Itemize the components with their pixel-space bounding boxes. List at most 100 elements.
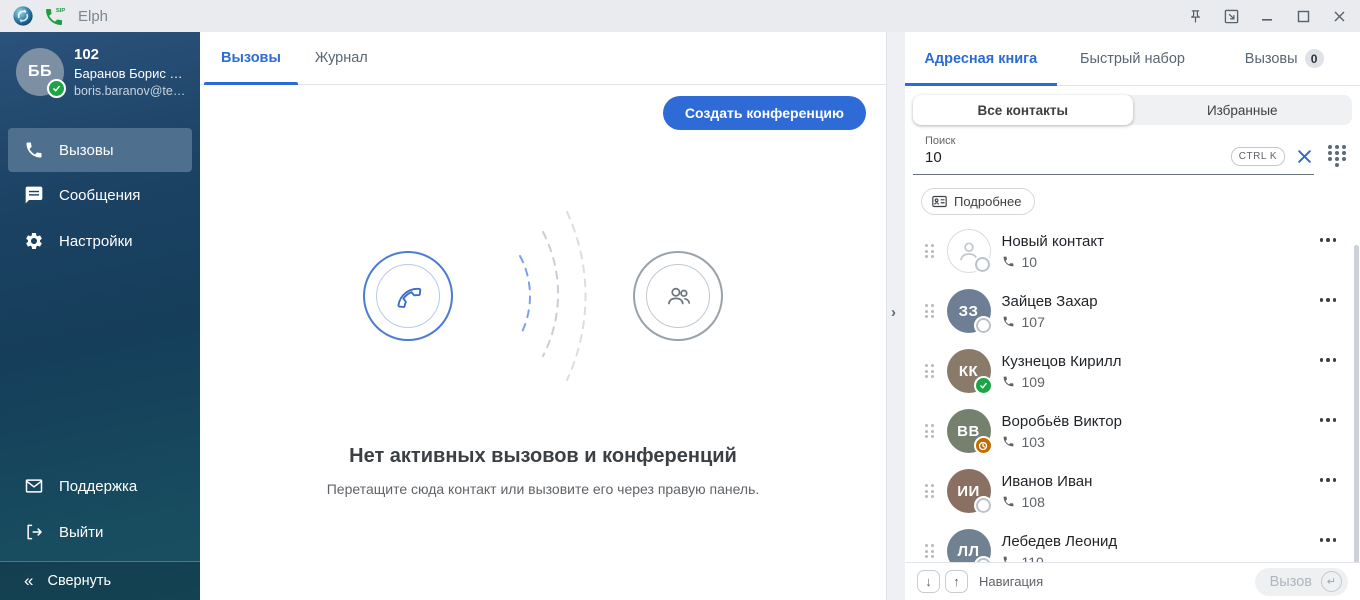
app-title: Elph	[78, 8, 108, 25]
panel-splitter[interactable]: ›	[886, 32, 905, 600]
sidebar: ББ 102 Баранов Борис Вик… boris.baranov@…	[0, 32, 200, 600]
phone-icon	[24, 140, 44, 160]
more-icon[interactable]	[1316, 414, 1341, 426]
title-bar: SIP Elph	[0, 0, 1360, 32]
status-badge	[974, 496, 993, 515]
phone-icon	[1002, 315, 1015, 328]
contact-info: Иванов Иван 108	[1002, 473, 1093, 510]
drag-handle-icon[interactable]	[925, 544, 934, 558]
contact-name: Лебедев Леонид	[1002, 533, 1118, 550]
collapse-sidebar-button[interactable]: « Свернуть	[0, 561, 200, 600]
call-button-label: Вызов	[1270, 574, 1312, 590]
conference-circle	[633, 251, 723, 341]
dialpad-icon[interactable]	[1328, 145, 1346, 167]
empty-state-title: Нет активных вызовов и конференций	[349, 445, 737, 468]
contact-name: Зайцев Захар	[1002, 293, 1098, 310]
details-button-label: Подробнее	[954, 194, 1021, 209]
contact-info: Зайцев Захар 107	[1002, 293, 1098, 330]
sidebar-item-calls[interactable]: Вызовы	[8, 128, 192, 172]
sidebar-item-messages[interactable]: Сообщения	[0, 172, 200, 218]
app-window: SIP Elph ББ	[0, 0, 1360, 600]
contact-name: Новый контакт	[1002, 233, 1104, 250]
current-user[interactable]: ББ 102 Баранов Борис Вик… boris.baranov@…	[0, 32, 200, 114]
empty-state-subtitle: Перетащите сюда контакт или вызовите его…	[327, 481, 760, 497]
status-badge	[974, 316, 993, 335]
contact-row[interactable]: ЛЛ Лебедев Леонид 110	[905, 521, 1360, 562]
drag-handle-icon[interactable]	[925, 484, 934, 498]
contact-row[interactable]: ВВ Воробьёв Виктор 103	[905, 401, 1360, 461]
clear-icon[interactable]	[1297, 149, 1312, 164]
avatar-initials: КК	[959, 363, 978, 380]
close-icon[interactable]	[1330, 7, 1348, 25]
sidebar-nav: Вызовы Сообщения Настройки	[0, 128, 200, 264]
pin-icon[interactable]	[1186, 7, 1204, 25]
segment-favorites[interactable]: Избранные	[1133, 95, 1353, 125]
minimize-icon[interactable]	[1258, 7, 1276, 25]
call-handset-icon	[393, 281, 423, 311]
contact-name: Иванов Иван	[1002, 473, 1093, 490]
drag-handle-icon[interactable]	[925, 364, 934, 378]
sidebar-item-label: Настройки	[59, 233, 133, 250]
user-extension: 102	[74, 46, 188, 63]
panel-footer: ↓ ↑ Навигация Вызов ↵	[905, 562, 1360, 600]
navigate-down-button[interactable]: ↓	[917, 570, 940, 593]
call-button[interactable]: Вызов ↵	[1255, 568, 1348, 596]
tab-journal[interactable]: Журнал	[298, 32, 385, 84]
window-controls	[1186, 7, 1348, 25]
contact-row[interactable]: ИИ Иванов Иван 108	[905, 461, 1360, 521]
search-field[interactable]: Поиск CTRL K	[913, 133, 1314, 175]
search-actions: CTRL K	[1231, 147, 1312, 166]
sidebar-item-label: Поддержка	[59, 478, 137, 495]
avatar: ВВ	[947, 409, 991, 453]
navigate-up-button[interactable]: ↑	[945, 570, 968, 593]
contact-row[interactable]: КК Кузнецов Кирилл 109	[905, 341, 1360, 401]
contact-number: 110	[1022, 554, 1044, 563]
avatar-initials: ЛЛ	[957, 543, 979, 560]
user-avatar-initials: ББ	[28, 63, 52, 81]
user-status-badge	[47, 79, 66, 98]
phone-icon	[1002, 255, 1015, 268]
contacts-filter: Все контакты Избранные	[913, 95, 1352, 125]
tab-address-book[interactable]: Адресная книга	[905, 32, 1057, 85]
tab-speed-dial[interactable]: Быстрый набор	[1057, 32, 1209, 85]
more-icon[interactable]	[1316, 234, 1341, 246]
tab-calls[interactable]: Вызовы	[204, 32, 298, 84]
user-info: 102 Баранов Борис Вик… boris.baranov@tes…	[74, 46, 188, 98]
more-icon[interactable]	[1316, 354, 1341, 366]
scrollbar-thumb[interactable]	[1354, 245, 1359, 562]
more-icon[interactable]	[1316, 474, 1341, 486]
sidebar-item-logout[interactable]: Выйти	[0, 509, 200, 555]
contact-row[interactable]: ЗЗ Зайцев Захар 107	[905, 281, 1360, 341]
search-label: Поиск	[925, 135, 1314, 147]
app-logo-icon	[12, 5, 34, 27]
sidebar-item-settings[interactable]: Настройки	[0, 218, 200, 264]
segment-all-contacts[interactable]: Все контакты	[913, 95, 1133, 125]
contact-info: Воробьёв Виктор 103	[1002, 413, 1122, 450]
tab-panel-calls[interactable]: Вызовы 0	[1208, 32, 1360, 85]
details-button[interactable]: Подробнее	[921, 188, 1035, 215]
sidebar-item-label: Вызовы	[59, 142, 114, 159]
sidebar-spacer	[0, 264, 200, 449]
more-icon[interactable]	[1316, 294, 1341, 306]
sidebar-item-label: Сообщения	[59, 187, 140, 204]
navigation-label: Навигация	[979, 574, 1043, 589]
tab-label: Адресная книга	[924, 51, 1037, 67]
contact-row[interactable]: Новый контакт 10	[905, 221, 1360, 281]
pop-out-icon[interactable]	[1222, 7, 1240, 25]
drag-handle-icon[interactable]	[925, 304, 934, 318]
more-icon[interactable]	[1316, 534, 1341, 546]
status-badge	[973, 255, 992, 274]
maximize-icon[interactable]	[1294, 7, 1312, 25]
sidebar-item-support[interactable]: Поддержка	[0, 463, 200, 509]
call-circle	[363, 251, 453, 341]
contact-number: 109	[1022, 374, 1045, 390]
empty-state-graphics	[363, 204, 723, 389]
shortcut-keycap: CTRL K	[1231, 147, 1285, 166]
drag-handle-icon[interactable]	[925, 244, 934, 258]
search-input[interactable]	[925, 149, 1158, 166]
tab-label: Вызовы	[1245, 51, 1298, 67]
contact-name: Кузнецов Кирилл	[1002, 353, 1122, 370]
expand-chevron-icon[interactable]: ›	[891, 304, 896, 321]
drag-handle-icon[interactable]	[925, 424, 934, 438]
contact-info: Новый контакт 10	[1002, 233, 1104, 270]
